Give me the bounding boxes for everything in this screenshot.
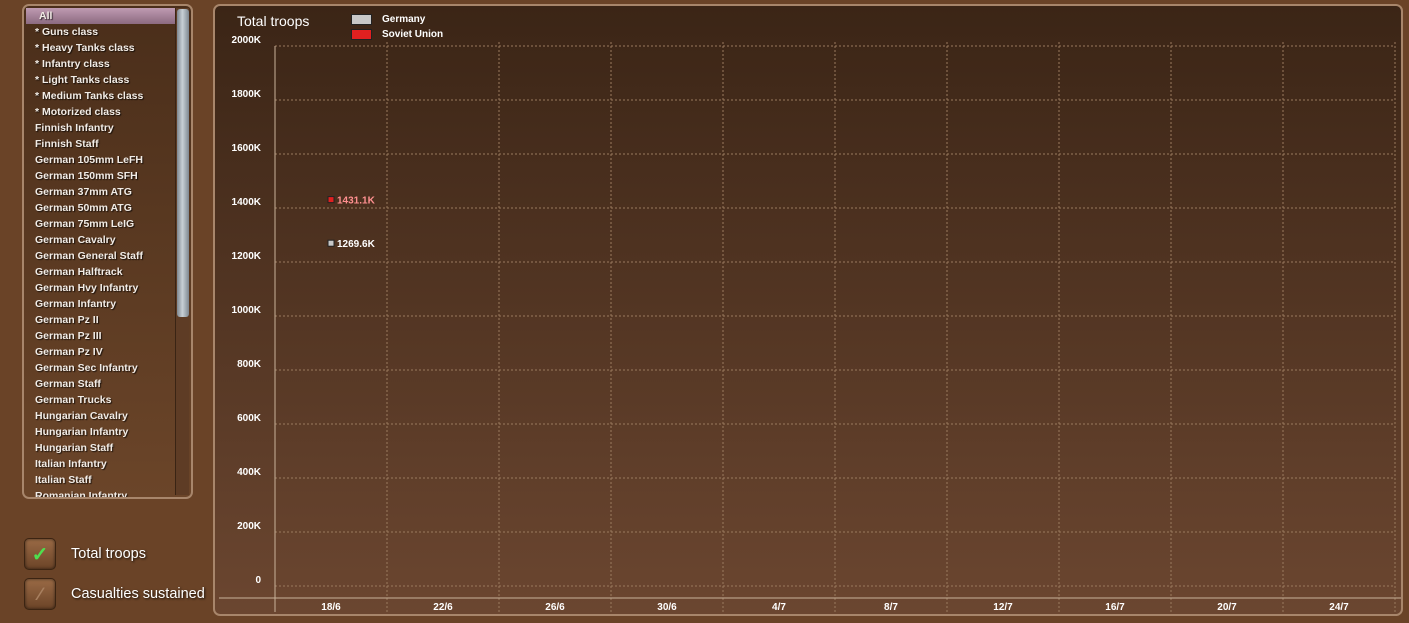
chart-title: Total troops xyxy=(237,13,310,29)
x-tick-label: 22/6 xyxy=(433,602,453,613)
checkmark-icon[interactable]: ✓ xyxy=(24,538,56,570)
unit-list-item[interactable]: Italian Infantry xyxy=(26,456,176,472)
legend-swatch-soviet xyxy=(351,29,372,40)
unit-list-item[interactable]: Finnish Infantry xyxy=(26,120,176,136)
y-tick-label: 2000K xyxy=(232,35,262,46)
unit-type-list[interactable]: All * Guns class * Heavy Tanks class * Infa… xyxy=(22,4,193,499)
y-tick-label: 0 xyxy=(255,575,261,586)
x-tick-label: 30/6 xyxy=(657,602,677,613)
legend-item-germany: Germany xyxy=(351,14,425,25)
legend-label-soviet: Soviet Union xyxy=(382,29,444,40)
x-tick-label: 26/6 xyxy=(545,602,565,613)
unit-list-item[interactable]: German 50mm ATG xyxy=(26,200,176,216)
casualties-toggle[interactable]: ∕ Casualties sustained xyxy=(24,578,205,610)
unit-list-item[interactable]: German Pz II xyxy=(26,312,176,328)
legend-swatch-germany xyxy=(351,14,372,25)
y-tick-label: 400K xyxy=(237,467,262,478)
casualties-label: Casualties sustained xyxy=(71,586,205,602)
unit-list-item[interactable]: German General Staff xyxy=(26,248,176,264)
unit-list-item[interactable]: * Medium Tanks class xyxy=(26,88,176,104)
unit-list-item[interactable]: German 37mm ATG xyxy=(26,184,176,200)
unit-list-item[interactable]: Hungarian Cavalry xyxy=(26,408,176,424)
chart-panel: 0 200K 400K 600K 800K 1000K 1200K 1400K 1600K 180… xyxy=(213,4,1403,616)
x-tick-label: 4/7 xyxy=(772,602,786,613)
total-troops-toggle[interactable]: ✓ Total troops xyxy=(24,538,146,570)
x-tick-label: 20/7 xyxy=(1217,602,1237,613)
unit-list-item[interactable]: All xyxy=(26,8,176,24)
unit-list-item[interactable]: German 75mm LeIG xyxy=(26,216,176,232)
chart-plot: 0 200K 400K 600K 800K 1000K 1200K 1400K 1600K 180… xyxy=(219,35,1401,613)
unit-list-item[interactable]: Finnish Staff xyxy=(26,136,176,152)
unit-list-item[interactable]: * Infantry class xyxy=(26,56,176,72)
unit-list-item[interactable]: German Infantry xyxy=(26,296,176,312)
legend-item-soviet: Soviet Union xyxy=(351,29,443,40)
unit-list-item[interactable]: Hungarian Infantry xyxy=(26,424,176,440)
unit-list-item[interactable]: Italian Staff xyxy=(26,472,176,488)
x-tick-label: 8/7 xyxy=(884,602,898,613)
unit-list-item[interactable]: German Cavalry xyxy=(26,232,176,248)
x-tick-label: 12/7 xyxy=(993,602,1013,613)
y-tick-label: 800K xyxy=(237,359,262,370)
unit-list-items: All * Guns class * Heavy Tanks class * Infa… xyxy=(26,8,176,497)
x-tick-label: 18/6 xyxy=(321,602,341,613)
y-tick-label: 600K xyxy=(237,413,262,424)
y-tick-label: 1600K xyxy=(232,143,262,154)
unit-list-item[interactable]: German Trucks xyxy=(26,392,176,408)
total-troops-label: Total troops xyxy=(71,546,146,562)
x-tick-label: 24/7 xyxy=(1329,602,1349,613)
y-tick-label: 1000K xyxy=(232,305,262,316)
y-tick-label: 1400K xyxy=(232,197,262,208)
data-label: 1431.1K xyxy=(337,196,376,207)
legend-label-germany: Germany xyxy=(382,14,426,25)
list-scrollbar-thumb[interactable] xyxy=(177,9,189,317)
y-tick-label: 200K xyxy=(237,521,262,532)
unit-list-item[interactable]: * Guns class xyxy=(26,24,176,40)
unit-list-item[interactable]: German Sec Infantry xyxy=(26,360,176,376)
unit-list-item[interactable]: German Pz III xyxy=(26,328,176,344)
unit-list-item[interactable]: German 150mm SFH xyxy=(26,168,176,184)
data-label: 1269.6K xyxy=(337,239,376,250)
list-scrollbar[interactable] xyxy=(175,8,189,495)
unit-list-item[interactable]: German Hvy Infantry xyxy=(26,280,176,296)
unchecked-mark-icon[interactable]: ∕ xyxy=(24,578,56,610)
y-tick-label: 1200K xyxy=(232,251,262,262)
unit-list-item[interactable]: German 105mm LeFH xyxy=(26,152,176,168)
y-tick-label: 1800K xyxy=(232,89,262,100)
unit-list-item[interactable]: Romanian Infantry xyxy=(26,488,176,497)
x-tick-label: 16/7 xyxy=(1105,602,1125,613)
unit-list-item[interactable]: * Motorized class xyxy=(26,104,176,120)
unit-list-item[interactable]: Hungarian Staff xyxy=(26,440,176,456)
unit-list-item[interactable]: German Staff xyxy=(26,376,176,392)
unit-list-item[interactable]: * Light Tanks class xyxy=(26,72,176,88)
data-point xyxy=(327,239,335,247)
data-point xyxy=(327,196,335,204)
unit-list-item[interactable]: German Halftrack xyxy=(26,264,176,280)
unit-list-item[interactable]: German Pz IV xyxy=(26,344,176,360)
unit-list-item[interactable]: * Heavy Tanks class xyxy=(26,40,176,56)
